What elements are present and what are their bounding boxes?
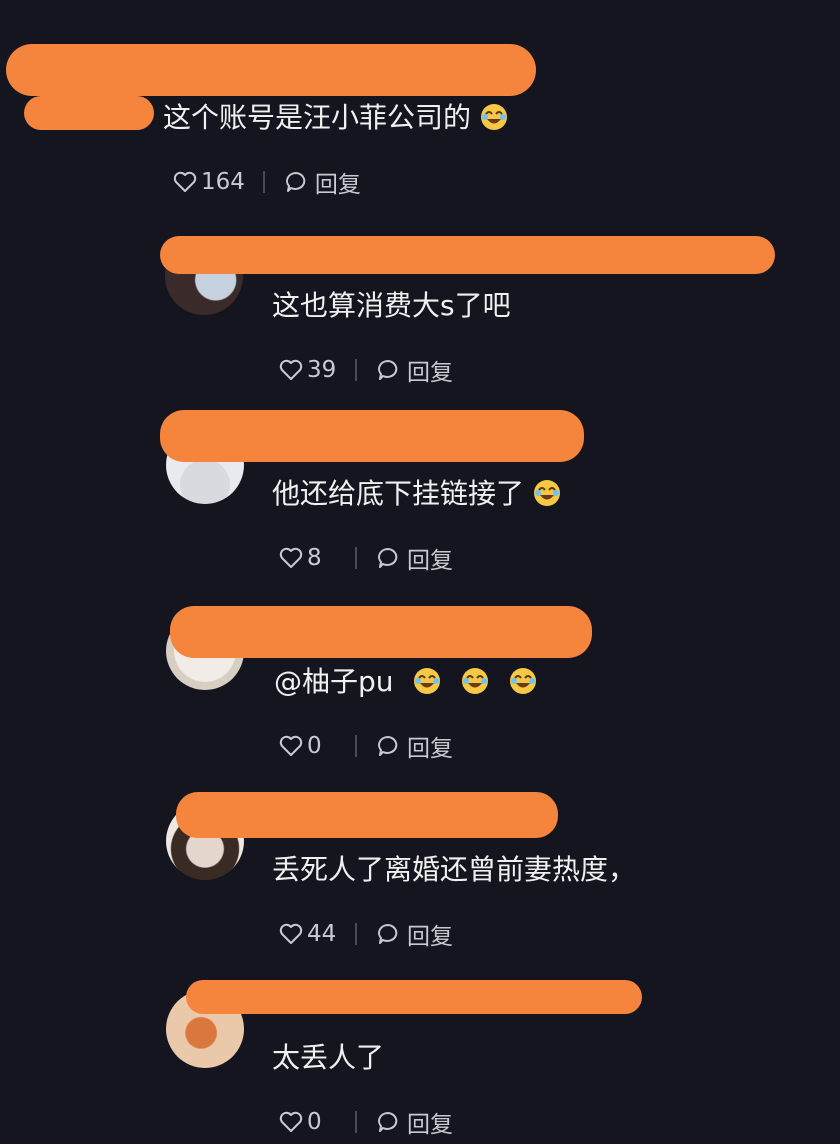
comment-text: 他还给底下挂链接了 xyxy=(272,476,562,512)
redacted-username xyxy=(186,980,642,1014)
heart-outline-icon[interactable] xyxy=(278,921,304,947)
like-count: 0 xyxy=(307,733,322,759)
redacted-username xyxy=(6,44,536,96)
comment-actions: 8 回复 xyxy=(278,541,453,575)
reply-button[interactable]: 回复 xyxy=(375,729,453,763)
speech-bubble-icon xyxy=(378,924,398,944)
comment-actions: 44 回复 xyxy=(278,917,453,951)
redacted-username xyxy=(160,236,775,274)
reply-label: 回复 xyxy=(407,736,453,762)
like-count: 164 xyxy=(201,169,245,195)
comment-actions: 164 回复 xyxy=(172,165,361,199)
comment-text: 这个账号是汪小菲公司的 xyxy=(163,100,509,136)
reply-button[interactable]: 回复 xyxy=(375,917,453,951)
reply-label: 回复 xyxy=(407,548,453,574)
divider xyxy=(355,547,357,569)
laughing-face-emoji-icon xyxy=(534,480,561,506)
laughing-face-emoji-icon xyxy=(413,668,440,694)
comment-text: 太丢人了 xyxy=(272,1041,385,1074)
heart-outline-icon[interactable] xyxy=(278,733,304,759)
speech-bubble-icon xyxy=(285,172,306,192)
speech-bubble-icon xyxy=(378,360,398,380)
redacted-avatar xyxy=(24,96,154,130)
reply-button[interactable]: 回复 xyxy=(375,353,453,387)
laughing-face-emoji-icon xyxy=(509,668,536,694)
reply-label: 回复 xyxy=(407,1112,453,1138)
divider xyxy=(355,923,357,945)
speech-bubble-icon xyxy=(378,548,398,568)
divider xyxy=(355,735,357,757)
speech-bubble-icon xyxy=(378,1112,398,1132)
heart-outline-icon[interactable] xyxy=(278,357,304,383)
laughing-face-emoji-icon xyxy=(461,668,488,694)
reply-button[interactable]: 回复 xyxy=(375,541,453,575)
reply-button[interactable]: 回复 xyxy=(283,165,361,199)
laughing-face-emoji-icon xyxy=(481,104,508,130)
comment-text: 这也算消费大s了吧 xyxy=(272,289,511,322)
heart-outline-icon[interactable] xyxy=(172,169,198,195)
comment-text: 丢死人了离婚还曾前妻热度， xyxy=(272,853,637,886)
divider xyxy=(355,1111,357,1133)
like-count: 8 xyxy=(307,545,322,571)
reply-label: 回复 xyxy=(407,360,453,386)
divider xyxy=(355,359,357,381)
like-count: 0 xyxy=(307,1109,322,1135)
like-count: 39 xyxy=(307,357,337,383)
comment-actions: 0 回复 xyxy=(278,1105,453,1139)
reply-button[interactable]: 回复 xyxy=(375,1105,453,1139)
redacted-username xyxy=(176,792,558,838)
speech-bubble-icon xyxy=(378,736,398,756)
divider xyxy=(262,171,265,193)
reply-label: 回复 xyxy=(314,172,361,198)
redacted-username xyxy=(170,606,592,658)
heart-outline-icon[interactable] xyxy=(278,545,304,571)
comment-text: @柚子pu xyxy=(274,664,538,700)
comment-actions: 0 回复 xyxy=(278,729,453,763)
comment-actions: 39 回复 xyxy=(278,353,453,387)
like-count: 44 xyxy=(307,921,337,947)
heart-outline-icon[interactable] xyxy=(278,1109,304,1135)
redacted-username xyxy=(160,410,584,462)
reply-label: 回复 xyxy=(407,924,453,950)
